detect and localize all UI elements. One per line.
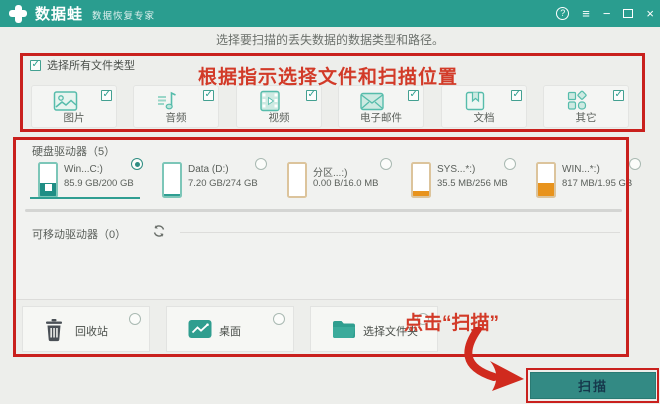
filetype-checkbox[interactable] xyxy=(203,89,214,101)
drive-name: WIN...*:) xyxy=(562,164,600,175)
filetype-label: 电子邮件 xyxy=(360,112,402,124)
annotation-select-hint: 根据指示选择文件和扫描位置 xyxy=(198,67,459,88)
drive-item-d[interactable]: Data (D:) 7.20 GB/274 GB xyxy=(149,157,269,203)
select-all-filetypes[interactable]: 选择所有文件类型 xyxy=(30,57,135,73)
close-icon[interactable]: × xyxy=(646,7,654,20)
drive-usage: 85.9 GB/200 GB xyxy=(64,178,134,189)
drive-radio[interactable] xyxy=(380,158,392,170)
scan-button[interactable]: 扫描 xyxy=(530,372,656,399)
app-window: 数据蛙 数据恢复专家 ? ≡ − × 选择要扫描的丢失数据的数据类型和路径。 选… xyxy=(0,0,660,404)
location-radio[interactable] xyxy=(273,313,285,325)
section-divider xyxy=(25,209,622,212)
select-all-label: 选择所有文件类型 xyxy=(47,60,135,72)
drive-capacity-icon xyxy=(162,162,182,198)
annotation-arrow-icon xyxy=(438,325,530,400)
filetype-tile-email[interactable]: 电子邮件 xyxy=(338,85,424,128)
app-logo-icon xyxy=(8,4,28,24)
select-all-checkbox[interactable] xyxy=(30,59,41,71)
refresh-icon[interactable] xyxy=(152,224,166,243)
drive-name: Win...C:) xyxy=(64,164,103,175)
filetype-tile-video[interactable]: 视频 xyxy=(236,85,322,128)
filetype-label: 文档 xyxy=(473,112,495,124)
filetype-label: 图片 xyxy=(63,112,85,124)
drive-usage: 817 MB/1.95 GB xyxy=(562,178,633,189)
location-label: 回收站 xyxy=(75,326,108,338)
drive-usage: 0.00 B/16.0 MB xyxy=(313,178,379,189)
drive-item-win[interactable]: WIN...*:) 817 MB/1.95 GB xyxy=(523,157,643,203)
drive-radio[interactable] xyxy=(504,158,516,170)
drive-name: 分区...:) xyxy=(313,168,348,179)
drive-capacity-icon xyxy=(536,162,556,198)
desktop-icon xyxy=(187,318,213,345)
removable-divider-line xyxy=(180,232,620,233)
folder-icon xyxy=(331,318,357,345)
filetype-tile-images[interactable]: 图片 xyxy=(31,85,117,128)
drive-radio[interactable] xyxy=(629,158,641,170)
filetype-checkbox[interactable] xyxy=(408,89,419,101)
drive-item-partition[interactable]: 分区...:) 0.00 B/16.0 MB xyxy=(274,157,394,203)
page-title: 选择要扫描的丢失数据的数据类型和路径。 xyxy=(215,33,444,47)
filetype-checkbox[interactable] xyxy=(101,89,112,101)
removable-section-header: 可移动驱动器（0） xyxy=(32,229,127,241)
drive-name: Data (D:) xyxy=(188,164,229,175)
location-tile-desktop[interactable]: 桌面 xyxy=(166,306,294,352)
windows-logo-icon xyxy=(45,184,52,191)
filetype-label: 音频 xyxy=(165,112,187,124)
drive-capacity-icon xyxy=(38,162,58,198)
filetype-tile-audio[interactable]: 音频 xyxy=(133,85,219,128)
location-label: 桌面 xyxy=(219,326,241,338)
minimize-icon[interactable]: − xyxy=(603,7,611,20)
app-name: 数据蛙 xyxy=(35,6,84,23)
drive-name: SYS...*:) xyxy=(437,164,476,175)
titlebar: 数据蛙 数据恢复专家 ? ≡ − × xyxy=(0,0,660,27)
recycle-bin-icon xyxy=(43,318,65,347)
location-tile-recycle-bin[interactable]: 回收站 xyxy=(22,306,150,352)
filetype-tile-other[interactable]: 其它 xyxy=(543,85,629,128)
app-subtitle: 数据恢复专家 xyxy=(92,10,156,22)
drive-capacity-icon xyxy=(411,162,431,198)
location-radio[interactable] xyxy=(129,313,141,325)
filetype-label: 视频 xyxy=(268,112,290,124)
filetype-checkbox[interactable] xyxy=(511,89,522,101)
selected-drive-underline xyxy=(30,197,140,199)
filetype-tile-documents[interactable]: 文档 xyxy=(441,85,527,128)
menu-icon[interactable]: ≡ xyxy=(582,7,590,20)
drive-item-sys[interactable]: SYS...*:) 35.5 MB/256 MB xyxy=(398,157,518,203)
drive-radio[interactable] xyxy=(131,158,143,170)
filetype-checkbox[interactable] xyxy=(306,89,317,101)
drive-usage: 35.5 MB/256 MB xyxy=(437,178,508,189)
drive-capacity-icon xyxy=(287,162,307,198)
help-icon[interactable]: ? xyxy=(556,7,570,20)
maximize-icon[interactable] xyxy=(623,9,634,18)
filetype-checkbox[interactable] xyxy=(613,89,624,101)
drive-radio[interactable] xyxy=(255,158,267,170)
drive-usage: 7.20 GB/274 GB xyxy=(188,178,258,189)
filetype-label: 其它 xyxy=(575,112,597,124)
